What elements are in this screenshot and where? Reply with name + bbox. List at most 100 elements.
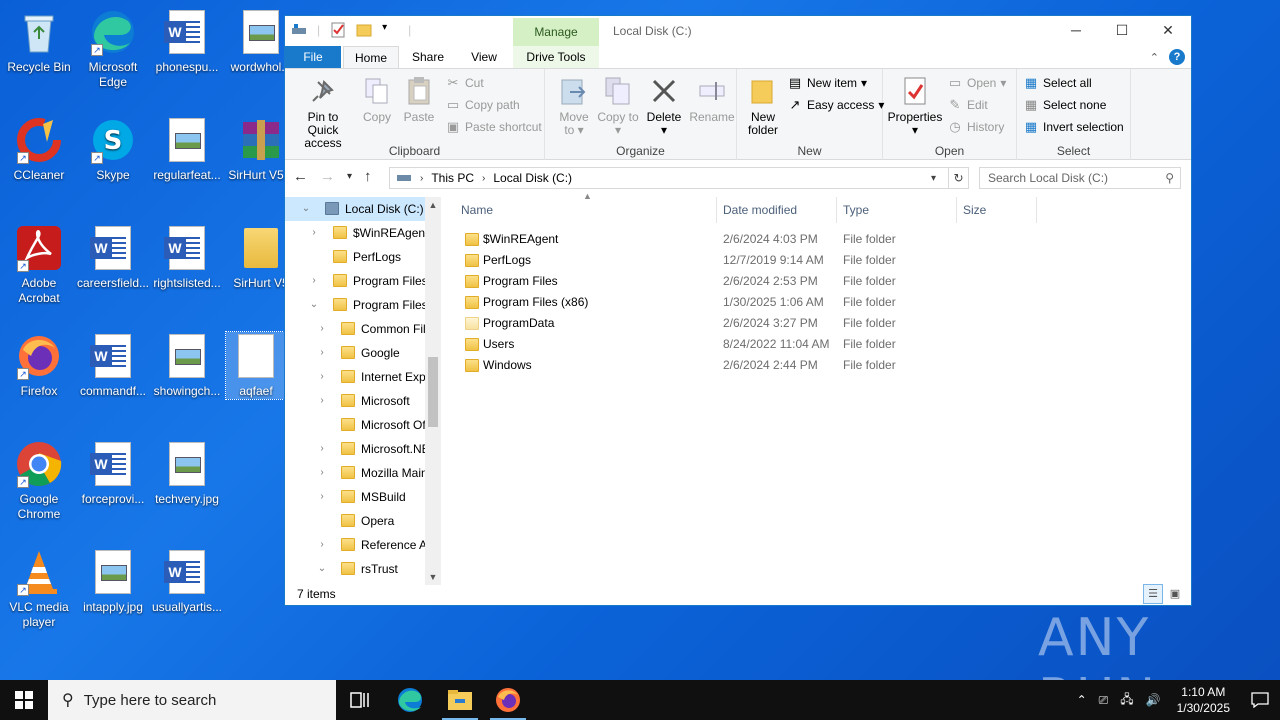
file-row[interactable]: Windows 2/6/2024 2:44 PM File folder (455, 355, 1185, 376)
file-row[interactable]: Users 8/24/2022 11:04 AM File folder (455, 334, 1185, 355)
tab-file[interactable]: File (285, 46, 341, 68)
desktop-icon-aqfaef[interactable]: aqfaef (225, 331, 287, 400)
new-folder-button[interactable]: New folder (743, 75, 783, 137)
tree-item[interactable]: ›Mozilla Maintenance Service (285, 461, 441, 485)
desktop-icon-microsoft-edge[interactable]: ↗ Microsoft Edge (74, 8, 152, 90)
copy-to-button[interactable]: Copy to ▾ (597, 75, 639, 137)
select-none-button[interactable]: ▦ Select none (1023, 95, 1107, 115)
tree-item[interactable]: › MSBuild (285, 485, 441, 509)
manage-contextual-tab[interactable]: Manage (513, 18, 599, 46)
tree-item[interactable]: › Microsoft.NET (285, 437, 441, 461)
tab-home[interactable]: Home (343, 46, 399, 69)
desktop-icon-techvery[interactable]: techvery.jpg (148, 440, 226, 507)
new-item-button[interactable]: ▤ New item ▾ (787, 73, 867, 93)
tree-item[interactable]: Microsoft Office (285, 413, 441, 437)
tree-item[interactable]: › $WinREAgent (285, 221, 441, 245)
tree-item[interactable]: ⌄ Local Disk (C:) (285, 197, 441, 221)
taskbar-file-explorer-icon[interactable] (436, 680, 484, 720)
collapsed-chevron-icon[interactable]: › (317, 341, 327, 365)
back-arrow-icon[interactable]: ← (293, 168, 308, 185)
breadcrumb-local-disk[interactable]: Local Disk (C:) (493, 171, 572, 185)
collapse-ribbon-chevron-icon[interactable]: ⌃ (1150, 51, 1159, 64)
scroll-up-arrow-icon[interactable]: ▲ (425, 197, 441, 213)
open-button[interactable]: ▭ Open ▾ (947, 73, 1007, 93)
collapsed-chevron-icon[interactable]: › (317, 317, 327, 341)
delete-button[interactable]: Delete ▾ (641, 75, 687, 137)
expanded-chevron-icon[interactable]: ⌄ (309, 293, 319, 317)
collapsed-chevron-icon[interactable]: › (317, 365, 327, 389)
collapsed-chevron-icon[interactable]: › (317, 389, 327, 413)
copy-path-button[interactable]: ▭ Copy path (445, 95, 520, 115)
tree-item[interactable]: › Common Files (285, 317, 441, 341)
refresh-icon[interactable]: ↻ (949, 167, 969, 189)
collapsed-chevron-icon[interactable]: › (317, 533, 327, 557)
desktop-icon-commandf[interactable]: W commandf... (74, 332, 152, 399)
desktop-icon-intapply[interactable]: intapply.jpg (74, 548, 152, 615)
tab-drive-tools[interactable]: Drive Tools (513, 46, 599, 68)
tab-view[interactable]: View (465, 46, 503, 68)
desktop-icon-recycle-bin[interactable]: Recycle Bin (0, 8, 78, 75)
desktop-icon-google-chrome[interactable]: ↗ Google Chrome (0, 440, 78, 522)
clock[interactable]: 1:10 AM 1/30/2025 (1177, 684, 1230, 716)
collapsed-chevron-icon[interactable]: › (309, 221, 319, 245)
tree-item[interactable]: ›Reference Assemblies (285, 533, 441, 557)
rename-button[interactable]: Rename (689, 75, 735, 124)
network-icon[interactable]: 🖧 (1120, 690, 1133, 711)
address-field[interactable]: › This PC › Local Disk (C:) ▾ (389, 167, 949, 189)
invert-selection-button[interactable]: ▦ Invert selection (1023, 117, 1124, 137)
scrollbar-thumb[interactable] (428, 357, 438, 427)
minimize-button[interactable]: ─ (1053, 16, 1099, 46)
collapsed-chevron-icon[interactable]: › (309, 269, 319, 293)
desktop-icon-regularfeat[interactable]: regularfeat... (148, 116, 226, 183)
desktop-icon-showingch[interactable]: showingch... (148, 332, 226, 399)
file-row[interactable]: PerfLogs 12/7/2019 9:14 AM File folder (455, 250, 1185, 271)
search-input[interactable]: Search Local Disk (C:) ⚲ (979, 167, 1181, 189)
collapsed-chevron-icon[interactable]: › (317, 461, 327, 485)
volume-icon[interactable]: 🔊 (1146, 693, 1161, 707)
tree-item[interactable]: › Microsoft (285, 389, 441, 413)
desktop-icon-careersfield[interactable]: W careersfield... (74, 224, 152, 291)
up-arrow-icon[interactable]: ↑ (364, 168, 372, 185)
column-header-name[interactable]: Name (455, 197, 717, 223)
tree-item[interactable]: › Google (285, 341, 441, 365)
desktop-icon-ccleaner[interactable]: ↗ CCleaner (0, 116, 78, 183)
desktop-icon-vlc[interactable]: ↗ VLC media player (0, 548, 78, 630)
title-bar[interactable]: | ▾ | Manage Local Disk (C:) ─ ☐ ✕ (285, 16, 1191, 46)
notifications-icon[interactable] (1240, 680, 1280, 720)
desktop-icon-skype[interactable]: S ↗ Skype (74, 116, 152, 183)
taskbar-edge-icon[interactable] (386, 680, 434, 720)
desktop-icon-usuallyartis[interactable]: W usuallyartis... (148, 548, 226, 615)
help-icon[interactable]: ? (1169, 49, 1185, 65)
easy-access-button[interactable]: ↗ Easy access ▾ (787, 95, 885, 115)
tree-item[interactable]: Opera (285, 509, 441, 533)
network-device-icon[interactable]: ⎚ (1099, 693, 1109, 708)
desktop-icon-forceprovi[interactable]: W forceprovi... (74, 440, 152, 507)
file-row[interactable]: ProgramData 2/6/2024 3:27 PM File folder (455, 313, 1185, 334)
tab-share[interactable]: Share (407, 46, 449, 68)
taskbar-search-box[interactable]: ⚲ Type here to search (48, 680, 336, 720)
forward-arrow-icon[interactable]: → (320, 168, 335, 185)
expanded-chevron-icon[interactable]: ⌄ (317, 557, 327, 581)
file-row[interactable]: Program Files 2/6/2024 2:53 PM File folder (455, 271, 1185, 292)
column-header-size[interactable]: Size (957, 197, 1037, 223)
pin-to-quick-access-button[interactable]: Pin to Quick access (291, 75, 355, 150)
new-folder-icon[interactable] (356, 22, 372, 38)
select-all-button[interactable]: ▦ Select all (1023, 73, 1092, 93)
move-to-button[interactable]: Move to ▾ (553, 75, 595, 137)
desktop-icon-phonespu[interactable]: W phonespu... (148, 8, 226, 75)
tree-item[interactable]: › Internet Explorer (285, 365, 441, 389)
cut-button[interactable]: ✂ Cut (445, 73, 484, 93)
properties-icon[interactable] (330, 22, 346, 38)
desktop-icon-firefox[interactable]: ↗ Firefox (0, 332, 78, 399)
address-dropdown-chevron-icon[interactable]: ▾ (931, 173, 936, 184)
collapsed-chevron-icon[interactable]: › (317, 485, 327, 509)
paste-shortcut-button[interactable]: ▣ Paste shortcut (445, 117, 542, 137)
desktop-icon-rightslisted[interactable]: W rightslisted... (148, 224, 226, 291)
recent-locations-chevron-icon[interactable]: ▾ (347, 171, 352, 182)
tree-item[interactable]: ⌄ rsTrust (285, 557, 441, 581)
customize-toolbar-chevron-icon[interactable]: ▾ (382, 22, 398, 38)
file-row[interactable]: Program Files (x86) 1/30/2025 1:06 AM File… (455, 292, 1185, 313)
breadcrumb-this-pc[interactable]: This PC (431, 171, 474, 185)
tree-item[interactable]: PerfLogs (285, 245, 441, 269)
details-view-icon[interactable]: ☰ (1143, 584, 1163, 604)
